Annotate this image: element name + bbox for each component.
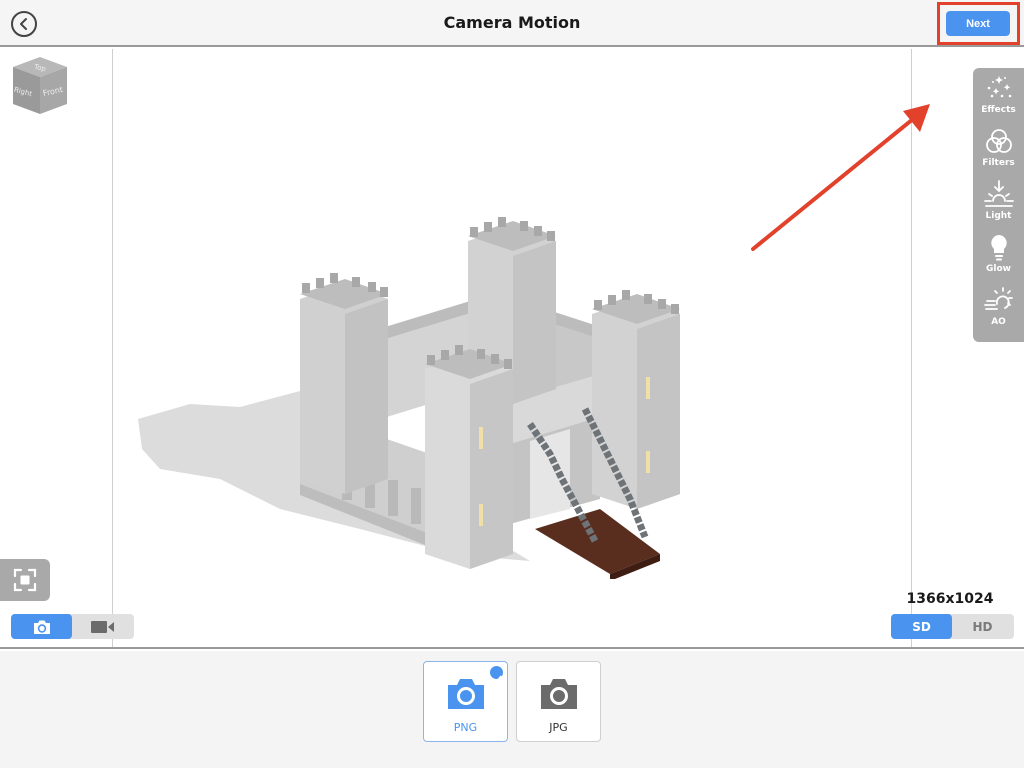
tool-filters[interactable]: Filters [973, 127, 1024, 180]
format-jpg-label: JPG [549, 721, 568, 734]
tool-ao[interactable]: AO [973, 286, 1024, 339]
capture-mode-toggle [11, 614, 134, 639]
frame-guide-left [112, 49, 113, 647]
frame-guide-right [911, 49, 912, 647]
camera-icon [540, 679, 577, 709]
tower-right [592, 290, 680, 509]
selected-check-icon [490, 666, 503, 685]
next-button[interactable]: Next [946, 11, 1010, 36]
view-cube[interactable]: Top Right Front [10, 54, 70, 116]
camera-motion-screen: Camera Motion Next Top Right Front Effec… [0, 0, 1024, 768]
tool-light[interactable]: Light [973, 180, 1024, 233]
tool-light-label: Light [985, 211, 1012, 221]
3d-viewport[interactable]: Top Right Front Effects Filters Light Gl… [0, 49, 1024, 649]
output-resolution: 1366x1024 [906, 591, 994, 607]
tower-front [425, 345, 513, 569]
overlapping-circles-icon [985, 129, 1012, 153]
sun-haze-icon [983, 287, 1013, 310]
tower-back-left [300, 273, 388, 494]
format-selection-bar: PNG JPG [0, 651, 1024, 768]
tool-filters-label: Filters [982, 158, 1015, 168]
format-png-option[interactable]: PNG [423, 661, 508, 742]
tool-glow[interactable]: Glow [973, 233, 1024, 286]
tool-ao-label: AO [991, 317, 1006, 327]
format-png-label: PNG [453, 721, 478, 734]
quality-sd-button[interactable]: SD [891, 614, 952, 639]
page-title: Camera Motion [443, 13, 581, 32]
format-jpg-option[interactable]: JPG [516, 661, 601, 742]
quality-hd-button[interactable]: HD [952, 614, 1013, 639]
top-bar: Camera Motion Next [0, 0, 1024, 47]
camera-icon [447, 679, 484, 709]
sparkles-icon [987, 76, 1011, 98]
photo-mode-button[interactable] [11, 614, 72, 639]
tool-effects-label: Effects [981, 105, 1016, 115]
camera-icon [33, 620, 50, 634]
voxel-castle-model [138, 217, 680, 579]
sunset-arrow-icon [983, 180, 1014, 207]
fit-to-frame-button[interactable] [0, 559, 50, 601]
quality-toggle: SD HD [891, 614, 1014, 639]
lightbulb-icon [990, 235, 1007, 261]
tool-effects[interactable]: Effects [973, 74, 1024, 127]
video-camera-icon [90, 620, 114, 633]
video-mode-button[interactable] [72, 614, 133, 639]
annotation-arrow [751, 104, 930, 251]
tool-glow-label: Glow [986, 264, 1011, 274]
render-tools-panel: Effects Filters Light Glow AO [973, 68, 1024, 342]
focus-frame-icon [13, 568, 37, 592]
